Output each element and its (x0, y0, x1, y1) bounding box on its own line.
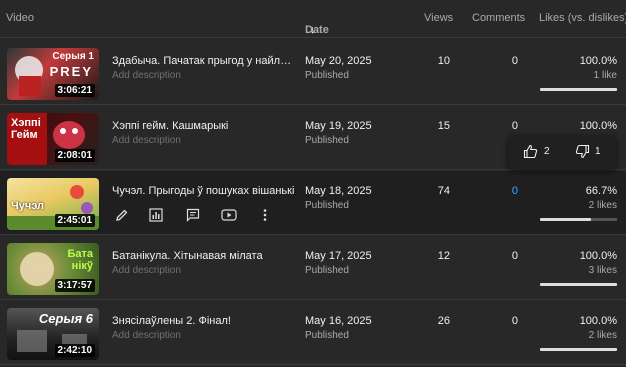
thumbnail-text-2: нікў (71, 260, 93, 272)
thumbnail-text-2: PREY (49, 64, 93, 79)
likes-percentage: 100.0% (579, 250, 617, 262)
table-header: Video Date ↓ Views Comments Likes (vs. di… (0, 0, 626, 38)
thumbs-down-icon (575, 144, 590, 164)
video-duration: 3:17:57 (54, 279, 95, 292)
video-thumbnail[interactable]: Хэппі Гейм 2:08:01 (7, 113, 99, 165)
likes-percentage: 100.0% (579, 315, 617, 327)
more-vert-icon[interactable] (255, 205, 275, 225)
video-title[interactable]: Чучэл. Прыгоды ў пошуках вішанькі (112, 185, 297, 197)
table-row[interactable]: Чучэл 2:45:01 Чучэл. Прыгоды ў пошуках в… (0, 171, 626, 235)
analytics-icon[interactable] (146, 205, 166, 225)
video-date: May 17, 2025 (305, 250, 372, 262)
video-title[interactable]: Батанікула. Хітынавая мілата (112, 250, 297, 262)
video-title[interactable]: Знясілаўлены 2. Фінал! (112, 315, 297, 327)
video-thumbnail[interactable]: Чучэл 2:45:01 (7, 178, 99, 230)
youtube-icon[interactable] (219, 205, 239, 225)
sort-arrow-down-icon[interactable]: ↓ (310, 24, 316, 36)
thumbnail-text-2: Гейм (11, 129, 38, 141)
video-date: May 20, 2025 (305, 55, 372, 67)
video-title[interactable]: Хэппі гейм. Кашмарыкі (112, 120, 297, 132)
likes-bar-fill (540, 283, 617, 286)
likes-bar (540, 218, 617, 221)
likes-percentage: 66.7% (585, 185, 617, 197)
likes-count: 1 like (593, 70, 617, 81)
thumbnail-text: Серыя 6 (38, 311, 93, 326)
video-duration: 3:06:21 (54, 84, 95, 97)
video-duration: 2:08:01 (54, 149, 95, 162)
video-comments: 0 (511, 55, 518, 67)
video-description[interactable]: Add description (112, 70, 181, 81)
video-thumbnail[interactable]: Бата нікў 3:17:57 (7, 243, 99, 295)
video-views: 12 (437, 250, 450, 262)
video-description[interactable]: Add description (112, 135, 181, 146)
date-header-label: Date (305, 24, 329, 36)
column-header-comments[interactable]: Comments (472, 12, 525, 24)
video-thumbnail[interactable]: Серыя 1 PREY 3:06:21 (7, 48, 99, 100)
video-comments: 0 (511, 315, 518, 327)
video-thumbnail[interactable]: Серыя 6 2:42:10 (7, 308, 99, 360)
thumbnail-text: Хэппі (11, 117, 41, 129)
video-title[interactable]: Здабыча. Пачатак прыгод у найлепш… (112, 55, 297, 67)
video-status: Published (305, 70, 349, 81)
likes-bar (540, 88, 617, 91)
thumbnail-text: Серыя 1 (52, 51, 94, 62)
video-comments: 0 (511, 120, 518, 132)
thumbnail-text: Бата (67, 248, 93, 260)
video-views: 74 (437, 185, 450, 197)
likes-bar (540, 348, 617, 351)
likes-bar (540, 283, 617, 286)
video-duration: 2:42:10 (54, 344, 95, 357)
video-comments: 0 (511, 250, 518, 262)
thumbs-up-icon (523, 144, 538, 164)
tooltip-likes-count: 2 (544, 146, 550, 157)
column-header-views[interactable]: Views (424, 12, 453, 24)
likes-count: 2 likes (588, 330, 617, 341)
video-duration: 2:45:01 (54, 214, 95, 227)
video-views: 15 (437, 120, 450, 132)
video-comments[interactable]: 0 (512, 185, 518, 197)
video-description[interactable]: Add description (112, 265, 181, 276)
likes-count: 2 likes (588, 200, 617, 211)
video-status: Published (305, 330, 349, 341)
thumbnail-text: Чучэл (11, 200, 45, 212)
video-views: 10 (437, 55, 450, 67)
video-date: May 16, 2025 (305, 315, 372, 327)
tooltip-dislikes-count: 1 (595, 146, 601, 157)
video-date: May 18, 2025 (305, 185, 372, 197)
video-views: 26 (437, 315, 450, 327)
video-status: Published (305, 200, 349, 211)
column-header-likes[interactable]: Likes (vs. dislikes) (539, 12, 626, 24)
column-header-video: Video (6, 12, 34, 24)
table-row[interactable]: Бата нікў 3:17:57 Батанікула. Хітынавая … (0, 236, 626, 300)
comments-icon[interactable] (183, 205, 203, 225)
likes-dislikes-tooltip: 2 1 (508, 135, 616, 169)
video-description[interactable]: Add description (112, 330, 181, 341)
likes-bar-fill (540, 88, 617, 91)
likes-count: 3 likes (588, 265, 617, 276)
pencil-icon[interactable] (112, 205, 132, 225)
video-status: Published (305, 265, 349, 276)
likes-bar-fill (540, 218, 592, 221)
table-row[interactable]: Серыя 6 2:42:10 Знясілаўлены 2. Фінал! A… (0, 301, 626, 365)
likes-percentage[interactable]: 100.0% (580, 120, 617, 132)
video-status: Published (305, 135, 349, 146)
table-row[interactable]: Серыя 1 PREY 3:06:21 Здабыча. Пачатак пр… (0, 41, 626, 105)
video-date: May 19, 2025 (305, 120, 372, 132)
likes-bar-fill (540, 348, 617, 351)
likes-percentage: 100.0% (579, 55, 617, 67)
